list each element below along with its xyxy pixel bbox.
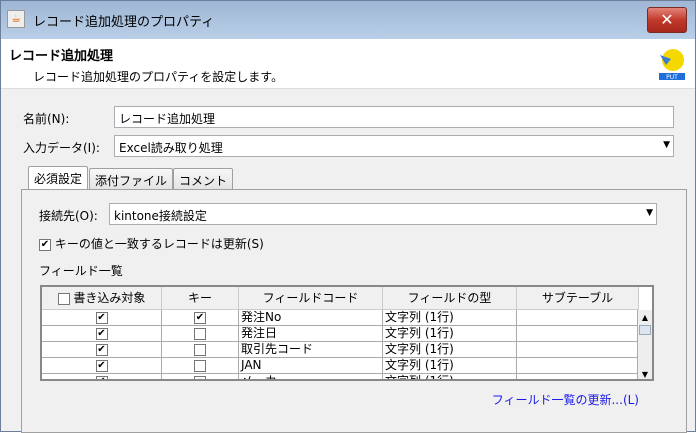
header-title: レコード追加処理 [9,49,114,64]
write-cell[interactable]: ✔ [42,310,162,326]
field-code-cell[interactable]: メーカ [239,374,383,379]
subtable-cell[interactable] [517,342,639,358]
field-type-cell[interactable]: 文字列 (1行) [383,342,517,358]
key-checkbox[interactable] [194,343,206,356]
input-data-select[interactable]: Excel読み取り処理 ▼ [114,135,674,157]
scroll-down-icon[interactable]: ▼ [638,370,652,379]
scroll-up-icon[interactable]: ▲ [638,313,652,322]
subtable-cell[interactable] [517,358,639,374]
column-header-type[interactable]: フィールドの型 [383,287,517,310]
select-all-checkbox[interactable] [57,292,70,305]
write-checkbox[interactable]: ✔ [95,343,108,356]
close-icon: ✕ [660,10,674,29]
put-icon: PUT [659,49,685,81]
field-list-label: フィールド一覧 [39,264,123,278]
write-checkbox[interactable]: ✔ [95,327,108,340]
column-header-subtable[interactable]: サブテーブル [517,287,639,310]
key-checkbox[interactable] [194,359,206,372]
window-title: レコード追加処理のプロパティ [33,15,215,30]
key-checkbox[interactable] [194,327,206,340]
input-data-label: 入力データ(I): [23,141,100,155]
properties-dialog: ☕ レコード追加処理のプロパティ ✕ レコード追加処理 レコード追加処理のプロパ… [0,0,696,433]
key-cell[interactable] [162,374,239,379]
subtable-cell[interactable] [517,310,639,326]
write-cell[interactable]: ✔ [42,326,162,342]
svg-text:PUT: PUT [666,74,678,81]
tab-comment[interactable]: コメント [173,168,234,190]
input-data-value: Excel読み取り処理 [119,141,223,155]
key-checkbox[interactable] [194,375,206,379]
java-app-icon: ☕ [7,10,25,28]
header-description: レコード追加処理のプロパティを設定します。 [33,70,284,84]
field-code-cell[interactable]: JAN [239,358,383,374]
field-code-cell[interactable]: 取引先コード [239,342,383,358]
connection-value: kintone接続設定 [114,209,207,223]
write-cell[interactable]: ✔ [42,358,162,374]
key-cell[interactable]: ✔ [162,310,239,326]
field-code-cell[interactable]: 発注No [239,310,383,326]
write-checkbox[interactable]: ✔ [95,375,108,379]
chevron-down-icon: ▼ [646,208,653,218]
update-checkbox-row[interactable]: ✔ キーの値と一致するレコードは更新(S) [39,235,264,252]
column-label: 書き込み対象 [73,291,146,305]
connection-select[interactable]: kintone接続設定 ▼ [109,203,657,225]
dialog-header: レコード追加処理 レコード追加処理のプロパティを設定します。 PUT [1,39,695,89]
table-scrollbar[interactable]: ▲ ▼ [637,310,652,379]
subtable-cell[interactable] [517,326,639,342]
key-checkbox[interactable]: ✔ [194,311,206,324]
key-cell[interactable] [162,342,239,358]
refresh-field-list-link[interactable]: フィールド一覧の更新...(L) [492,391,639,408]
tab-attachments[interactable]: 添付ファイル [89,168,174,190]
name-input[interactable]: レコード追加処理 [114,106,674,128]
write-cell[interactable]: ✔ [42,374,162,379]
column-header-write[interactable]: 書き込み対象 [42,287,162,310]
scroll-thumb[interactable] [639,325,651,335]
field-type-cell[interactable]: 文字列 (1行) [383,374,517,379]
field-type-cell[interactable]: 文字列 (1行) [383,326,517,342]
subtable-cell[interactable] [517,374,639,379]
key-cell[interactable] [162,326,239,342]
field-type-cell[interactable]: 文字列 (1行) [383,310,517,326]
tab-required[interactable]: 必須設定 [28,166,89,189]
write-checkbox[interactable]: ✔ [95,311,108,324]
connection-label: 接続先(O): [39,209,98,223]
field-type-cell[interactable]: 文字列 (1行) [383,358,517,374]
key-cell[interactable] [162,358,239,374]
write-checkbox[interactable]: ✔ [95,359,108,372]
field-table: 書き込み対象 キー フィールドコード フィールドの型 サブテーブル ✔ ✔ 発注No… [40,285,654,381]
column-header-key[interactable]: キー [162,287,239,310]
chevron-down-icon: ▼ [663,140,670,150]
title-bar: ☕ レコード追加処理のプロパティ ✕ [1,1,695,39]
write-cell[interactable]: ✔ [42,342,162,358]
field-code-cell[interactable]: 発注日 [239,326,383,342]
column-header-code[interactable]: フィールドコード [239,287,383,310]
name-label: 名前(N): [23,112,70,126]
update-checkbox-label: キーの値と一致するレコードは更新(S) [54,237,264,251]
close-button[interactable]: ✕ [647,7,687,33]
update-checkbox[interactable]: ✔ [39,238,51,251]
